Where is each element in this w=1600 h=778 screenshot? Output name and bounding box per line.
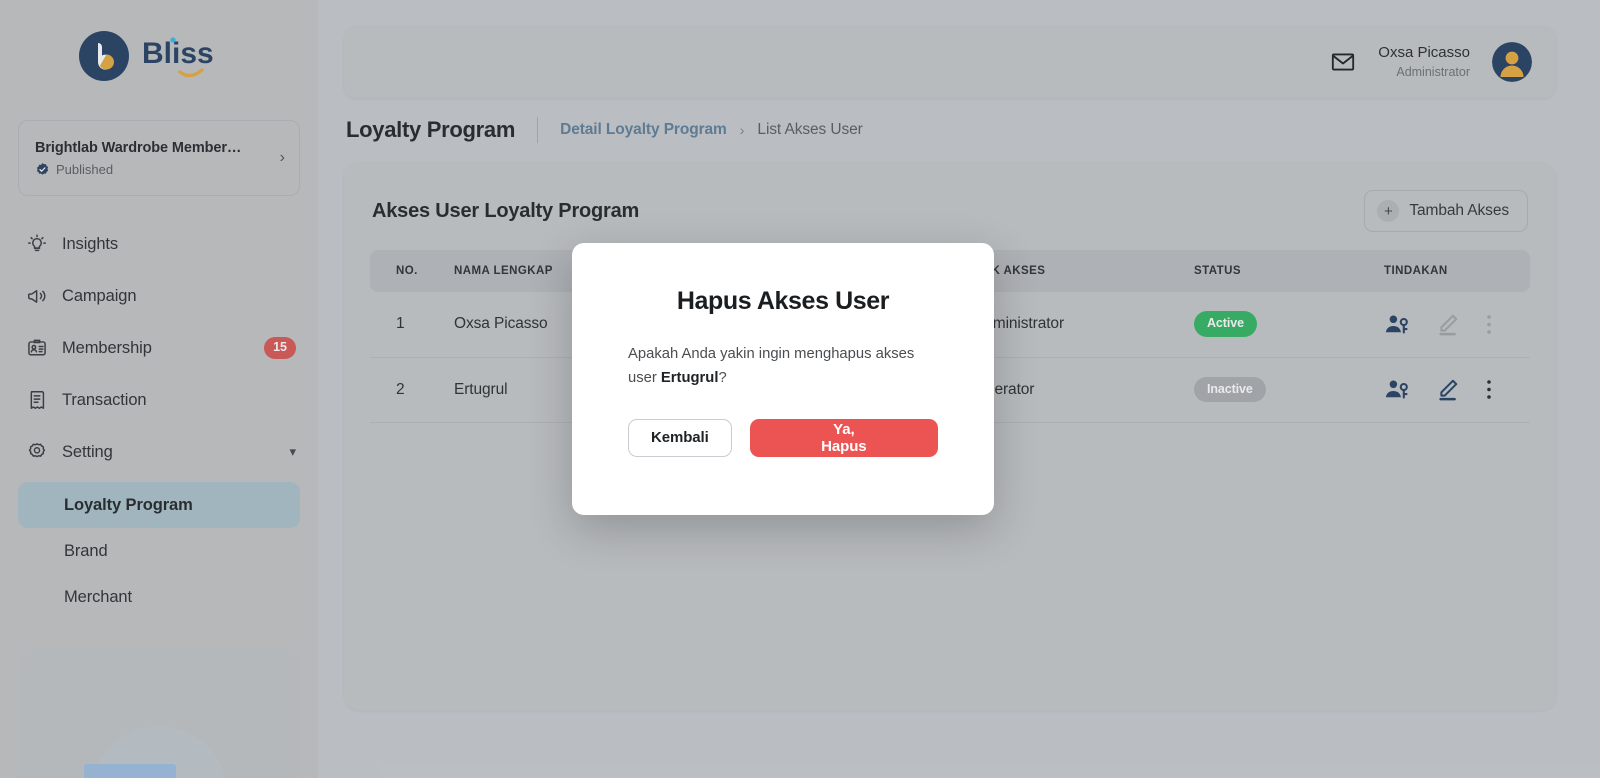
cancel-button[interactable]: Kembali <box>628 418 732 457</box>
modal-actions: Kembali Ya, Hapus <box>628 418 938 457</box>
delete-access-modal: Hapus Akses User Apakah Anda yakin ingin… <box>572 243 994 515</box>
confirm-delete-button[interactable]: Ya, Hapus <box>749 418 938 457</box>
modal-title: Hapus Akses User <box>676 287 890 315</box>
modal-message-suffix: ? <box>718 370 727 387</box>
app-root: Bliss Brightlab Wardrobe Member… Publish… <box>0 0 1600 778</box>
modal-message-subject: Ertugrul <box>660 370 719 387</box>
modal-message: Apakah Anda yakin ingin menghapus akses … <box>628 342 938 391</box>
